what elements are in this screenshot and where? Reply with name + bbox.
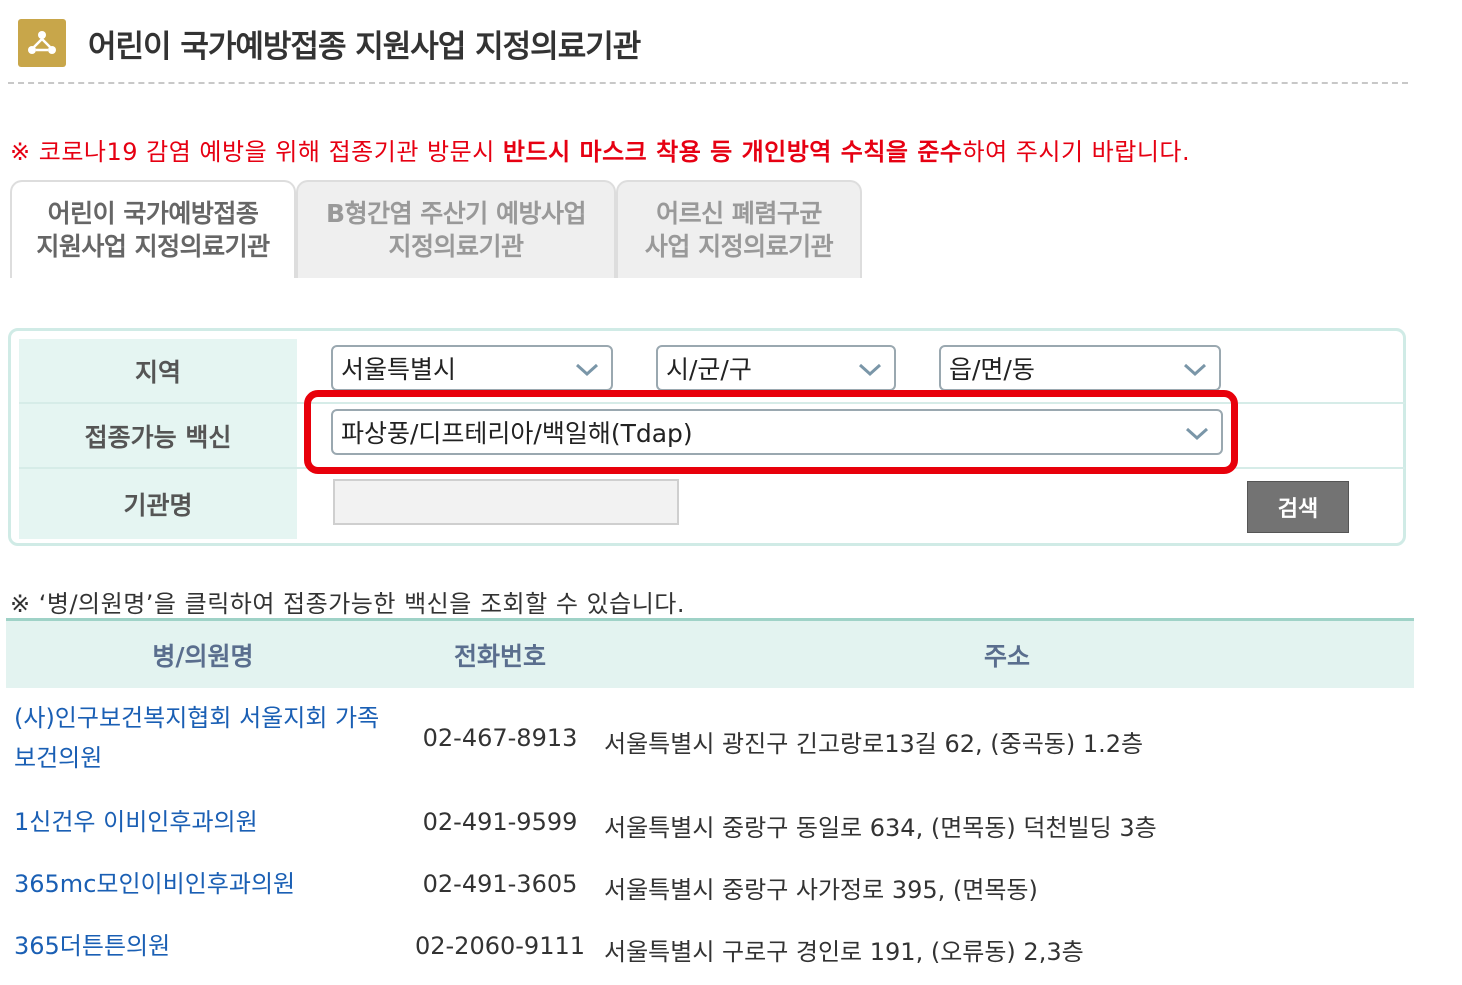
tab-label-line1: 어르신 폐렴구균 [656, 199, 822, 228]
page-header: 어린이 국가예방접종 지원사업 지정의료기관 [18, 18, 641, 68]
header-divider [8, 82, 1408, 84]
clinic-name-link[interactable]: 365더튼튼의원 [14, 926, 394, 966]
clinic-address: 서울특별시 광진구 긴고랑로13길 62, (중곡동) 1.2층 [604, 730, 1144, 758]
table-header: 병/의원명 전화번호 주소 [6, 618, 1414, 688]
column-header-phone: 전화번호 [453, 641, 546, 671]
chevron-down-icon [575, 363, 599, 377]
clinic-name-link[interactable]: 365mc모인이비인후과의원 [14, 864, 394, 904]
clinic-address: 서울특별시 중랑구 동일로 634, (면목동) 덕천빌딩 3층 [604, 814, 1157, 842]
neighborhood-select[interactable]: 읍/면/동 [939, 345, 1221, 391]
search-button[interactable]: 검색 [1247, 481, 1349, 533]
notice-text-bold: 반드시 마스크 착용 등 개인방역 수칙을 준수 [502, 138, 963, 166]
neighborhood-select-value: 읍/면/동 [949, 355, 1035, 384]
chevron-down-icon [1183, 363, 1207, 377]
tab-senior-pneumococcal[interactable]: 어르신 폐렴구균사업 지정의료기관 [616, 180, 862, 278]
clinic-phone: 02-491-3605 [422, 870, 578, 898]
table-row: (사)인구보건복지협회 서울지회 가족보건의원 02-467-8913 서울특별… [6, 698, 1414, 778]
table-row: 365더튼튼의원 02-2060-9111 서울특별시 구로구 경인로 191,… [6, 926, 1414, 966]
results-hint: ※ ‘병/의원명’을 클릭하여 접종가능한 백신을 조회할 수 있습니다. [10, 590, 685, 618]
clinic-address: 서울특별시 구로구 경인로 191, (오류동) 2,3층 [604, 938, 1084, 966]
tab-label-line2: 사업 지정의료기관 [644, 232, 834, 261]
tab-label-line1: 어린이 국가예방접종 [47, 199, 259, 228]
clinic-phone: 02-467-8913 [422, 724, 578, 752]
region-label: 지역 [19, 339, 297, 403]
tab-children-vaccination[interactable]: 어린이 국가예방접종지원사업 지정의료기관 [10, 180, 296, 278]
chevron-down-icon [858, 363, 882, 377]
notice-text-1: ※ 코로나19 감염 예방을 위해 접종기관 방문시 [10, 138, 503, 166]
results-table: 병/의원명 전화번호 주소 (사)인구보건복지협회 서울지회 가족보건의원 02… [6, 618, 1414, 966]
notice-text-2: 하여 주시기 바랍니다. [962, 138, 1191, 166]
clinic-name-link[interactable]: (사)인구보건복지협회 서울지회 가족보건의원 [14, 698, 394, 778]
table-row: 365mc모인이비인후과의원 02-491-3605 서울특별시 중랑구 사가정… [6, 864, 1414, 904]
province-select[interactable]: 서울특별시 [331, 345, 613, 391]
column-header-address: 주소 [983, 641, 1030, 671]
people-icon [18, 19, 66, 67]
column-header-name: 병/의원명 [152, 641, 254, 671]
institution-label: 기관명 [19, 469, 297, 539]
district-select[interactable]: 시/군/구 [656, 345, 896, 391]
clinic-phone: 02-2060-9111 [414, 932, 585, 960]
table-row: 1신건우 이비인후과의원 02-491-9599 서울특별시 중랑구 동일로 6… [6, 802, 1414, 842]
highlight-box [304, 390, 1238, 474]
clinic-address: 서울특별시 중랑구 사가정로 395, (면목동) [604, 876, 1038, 904]
clinic-name-link[interactable]: 1신건우 이비인후과의원 [14, 802, 394, 842]
tab-hepatitis-b[interactable]: B형간염 주산기 예방사업지정의료기관 [296, 180, 616, 278]
tab-bar: 어린이 국가예방접종지원사업 지정의료기관 B형간염 주산기 예방사업지정의료기… [10, 180, 862, 278]
institution-name-input[interactable] [333, 479, 679, 525]
district-select-value: 시/군/구 [666, 355, 752, 384]
tab-label-line1: B형간염 주산기 예방사업 [326, 199, 586, 228]
clinic-phone: 02-491-9599 [422, 808, 578, 836]
vaccine-label: 접종가능 백신 [19, 404, 297, 468]
tab-label-line2: 지원사업 지정의료기관 [36, 232, 270, 261]
province-select-value: 서울특별시 [341, 355, 457, 384]
covid-notice: ※ 코로나19 감염 예방을 위해 접종기관 방문시 반드시 마스크 착용 등 … [10, 132, 1190, 167]
page-title: 어린이 국가예방접종 지원사업 지정의료기관 [88, 28, 641, 65]
tab-label-line2: 지정의료기관 [388, 232, 524, 261]
